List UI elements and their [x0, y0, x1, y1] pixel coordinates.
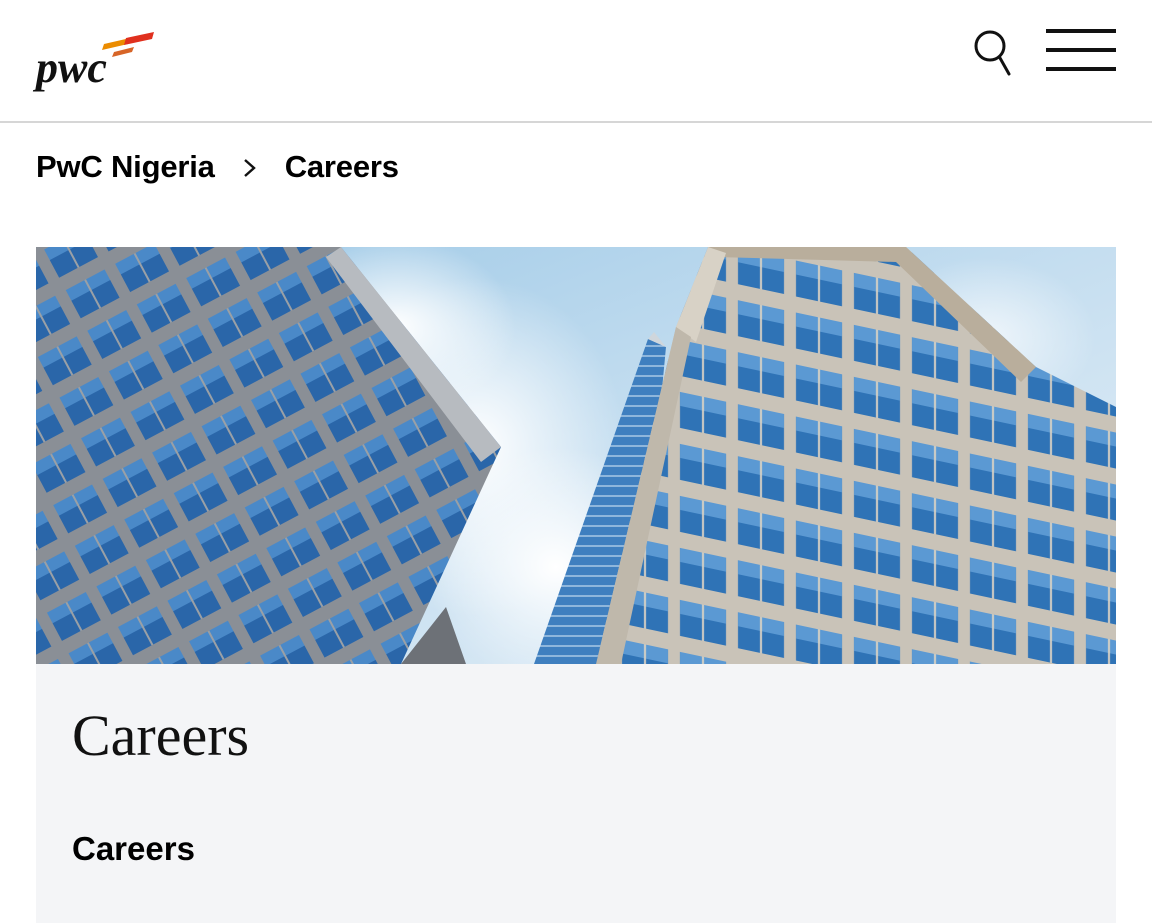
- svg-text:pwc: pwc: [32, 43, 107, 92]
- pwc-logo-mark: pwc: [32, 32, 154, 92]
- hero-image: [36, 247, 1116, 664]
- menu-button[interactable]: [1040, 24, 1122, 78]
- pwc-logo[interactable]: pwc: [30, 22, 170, 102]
- section-heading: Careers: [72, 830, 195, 867]
- search-icon: [974, 30, 1011, 76]
- breadcrumb-item-pwc-nigeria[interactable]: PwC Nigeria: [36, 149, 215, 185]
- hamburger-menu-icon: [1046, 29, 1116, 71]
- page-title: Careers: [72, 703, 250, 768]
- site-header: pwc: [0, 0, 1152, 123]
- breadcrumb-item-careers[interactable]: Careers: [285, 149, 399, 185]
- content-panel: Careers Careers: [36, 664, 1116, 923]
- search-button[interactable]: [968, 26, 1020, 78]
- chevron-right-icon: [215, 152, 285, 182]
- office-buildings-image: [36, 247, 1116, 664]
- breadcrumb: PwC Nigeria Careers: [36, 144, 399, 190]
